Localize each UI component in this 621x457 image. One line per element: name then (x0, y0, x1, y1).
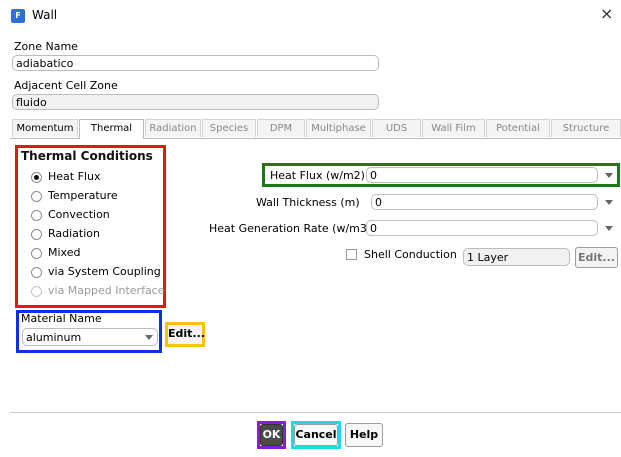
title-bar (0, 0, 621, 30)
tab-species[interactable]: Species (202, 119, 256, 137)
radio-label: via Mapped Interface (48, 284, 165, 297)
close-icon[interactable]: × (600, 5, 613, 23)
radio-label: via System Coupling (48, 265, 161, 278)
wall-thickness-label: Wall Thickness (m) (256, 196, 360, 209)
radio-button[interactable] (31, 229, 42, 240)
chevron-down-icon[interactable] (605, 226, 613, 231)
heat-flux-label: Heat Flux (w/m2) (270, 169, 365, 182)
material-select[interactable]: aluminum (22, 328, 158, 346)
chevron-down-icon[interactable] (145, 335, 153, 340)
adjacent-cell-zone-field: fluido (12, 94, 379, 110)
cancel-button[interactable]: Cancel (294, 424, 338, 446)
tab-momentum[interactable]: Momentum (12, 119, 78, 137)
tab-uds[interactable]: UDS (372, 119, 421, 137)
zone-name-input[interactable]: adiabatico (12, 55, 379, 71)
tab-dpm[interactable]: DPM (257, 119, 305, 137)
radio-label: Radiation (48, 227, 100, 240)
shell-edit-button[interactable]: Edit... (575, 247, 618, 268)
radio-button[interactable] (31, 210, 42, 221)
ok-button[interactable]: OK (260, 424, 283, 446)
fluent-app-icon: F (11, 9, 25, 23)
radio-button[interactable] (31, 191, 42, 202)
radio-button[interactable] (31, 267, 42, 278)
footer-divider (10, 412, 621, 413)
chevron-down-icon[interactable] (605, 200, 613, 205)
radio-button (31, 286, 42, 297)
material-edit-button[interactable]: Edit... (168, 325, 205, 344)
heat-generation-rate-input[interactable]: 0 (366, 220, 598, 236)
shell-layers-field: 1 Layer (463, 248, 570, 266)
thermal-conditions-title: Thermal Conditions (21, 149, 153, 163)
heat-generation-rate-label: Heat Generation Rate (w/m3) (209, 222, 372, 235)
zone-name-label: Zone Name (14, 40, 78, 53)
material-name-label: Material Name (21, 312, 102, 325)
adjacent-cell-zone-label: Adjacent Cell Zone (14, 79, 118, 92)
shell-conduction-checkbox[interactable] (346, 249, 357, 260)
tab-bar: Momentum Thermal Radiation Species DPM M… (10, 119, 621, 139)
tab-radiation[interactable]: Radiation (145, 119, 201, 137)
radio-button[interactable] (31, 172, 42, 183)
radio-label: Heat Flux (48, 170, 101, 183)
radio-label: Temperature (48, 189, 118, 202)
radio-label: Convection (48, 208, 110, 221)
shell-conduction-label: Shell Conduction (364, 248, 457, 261)
tab-potential[interactable]: Potential (486, 119, 550, 137)
tab-wall-film[interactable]: Wall Film (422, 119, 485, 137)
tab-thermal[interactable]: Thermal (79, 119, 144, 139)
tab-multiphase[interactable]: Multiphase (306, 119, 371, 137)
radio-button[interactable] (31, 248, 42, 259)
wall-thickness-input[interactable]: 0 (371, 194, 598, 210)
window-title: Wall (32, 8, 58, 22)
heat-flux-input[interactable]: 0 (366, 167, 598, 183)
radio-label: Mixed (48, 246, 81, 259)
help-button[interactable]: Help (345, 423, 383, 447)
tab-structure[interactable]: Structure (551, 119, 621, 137)
chevron-down-icon[interactable] (605, 173, 613, 178)
